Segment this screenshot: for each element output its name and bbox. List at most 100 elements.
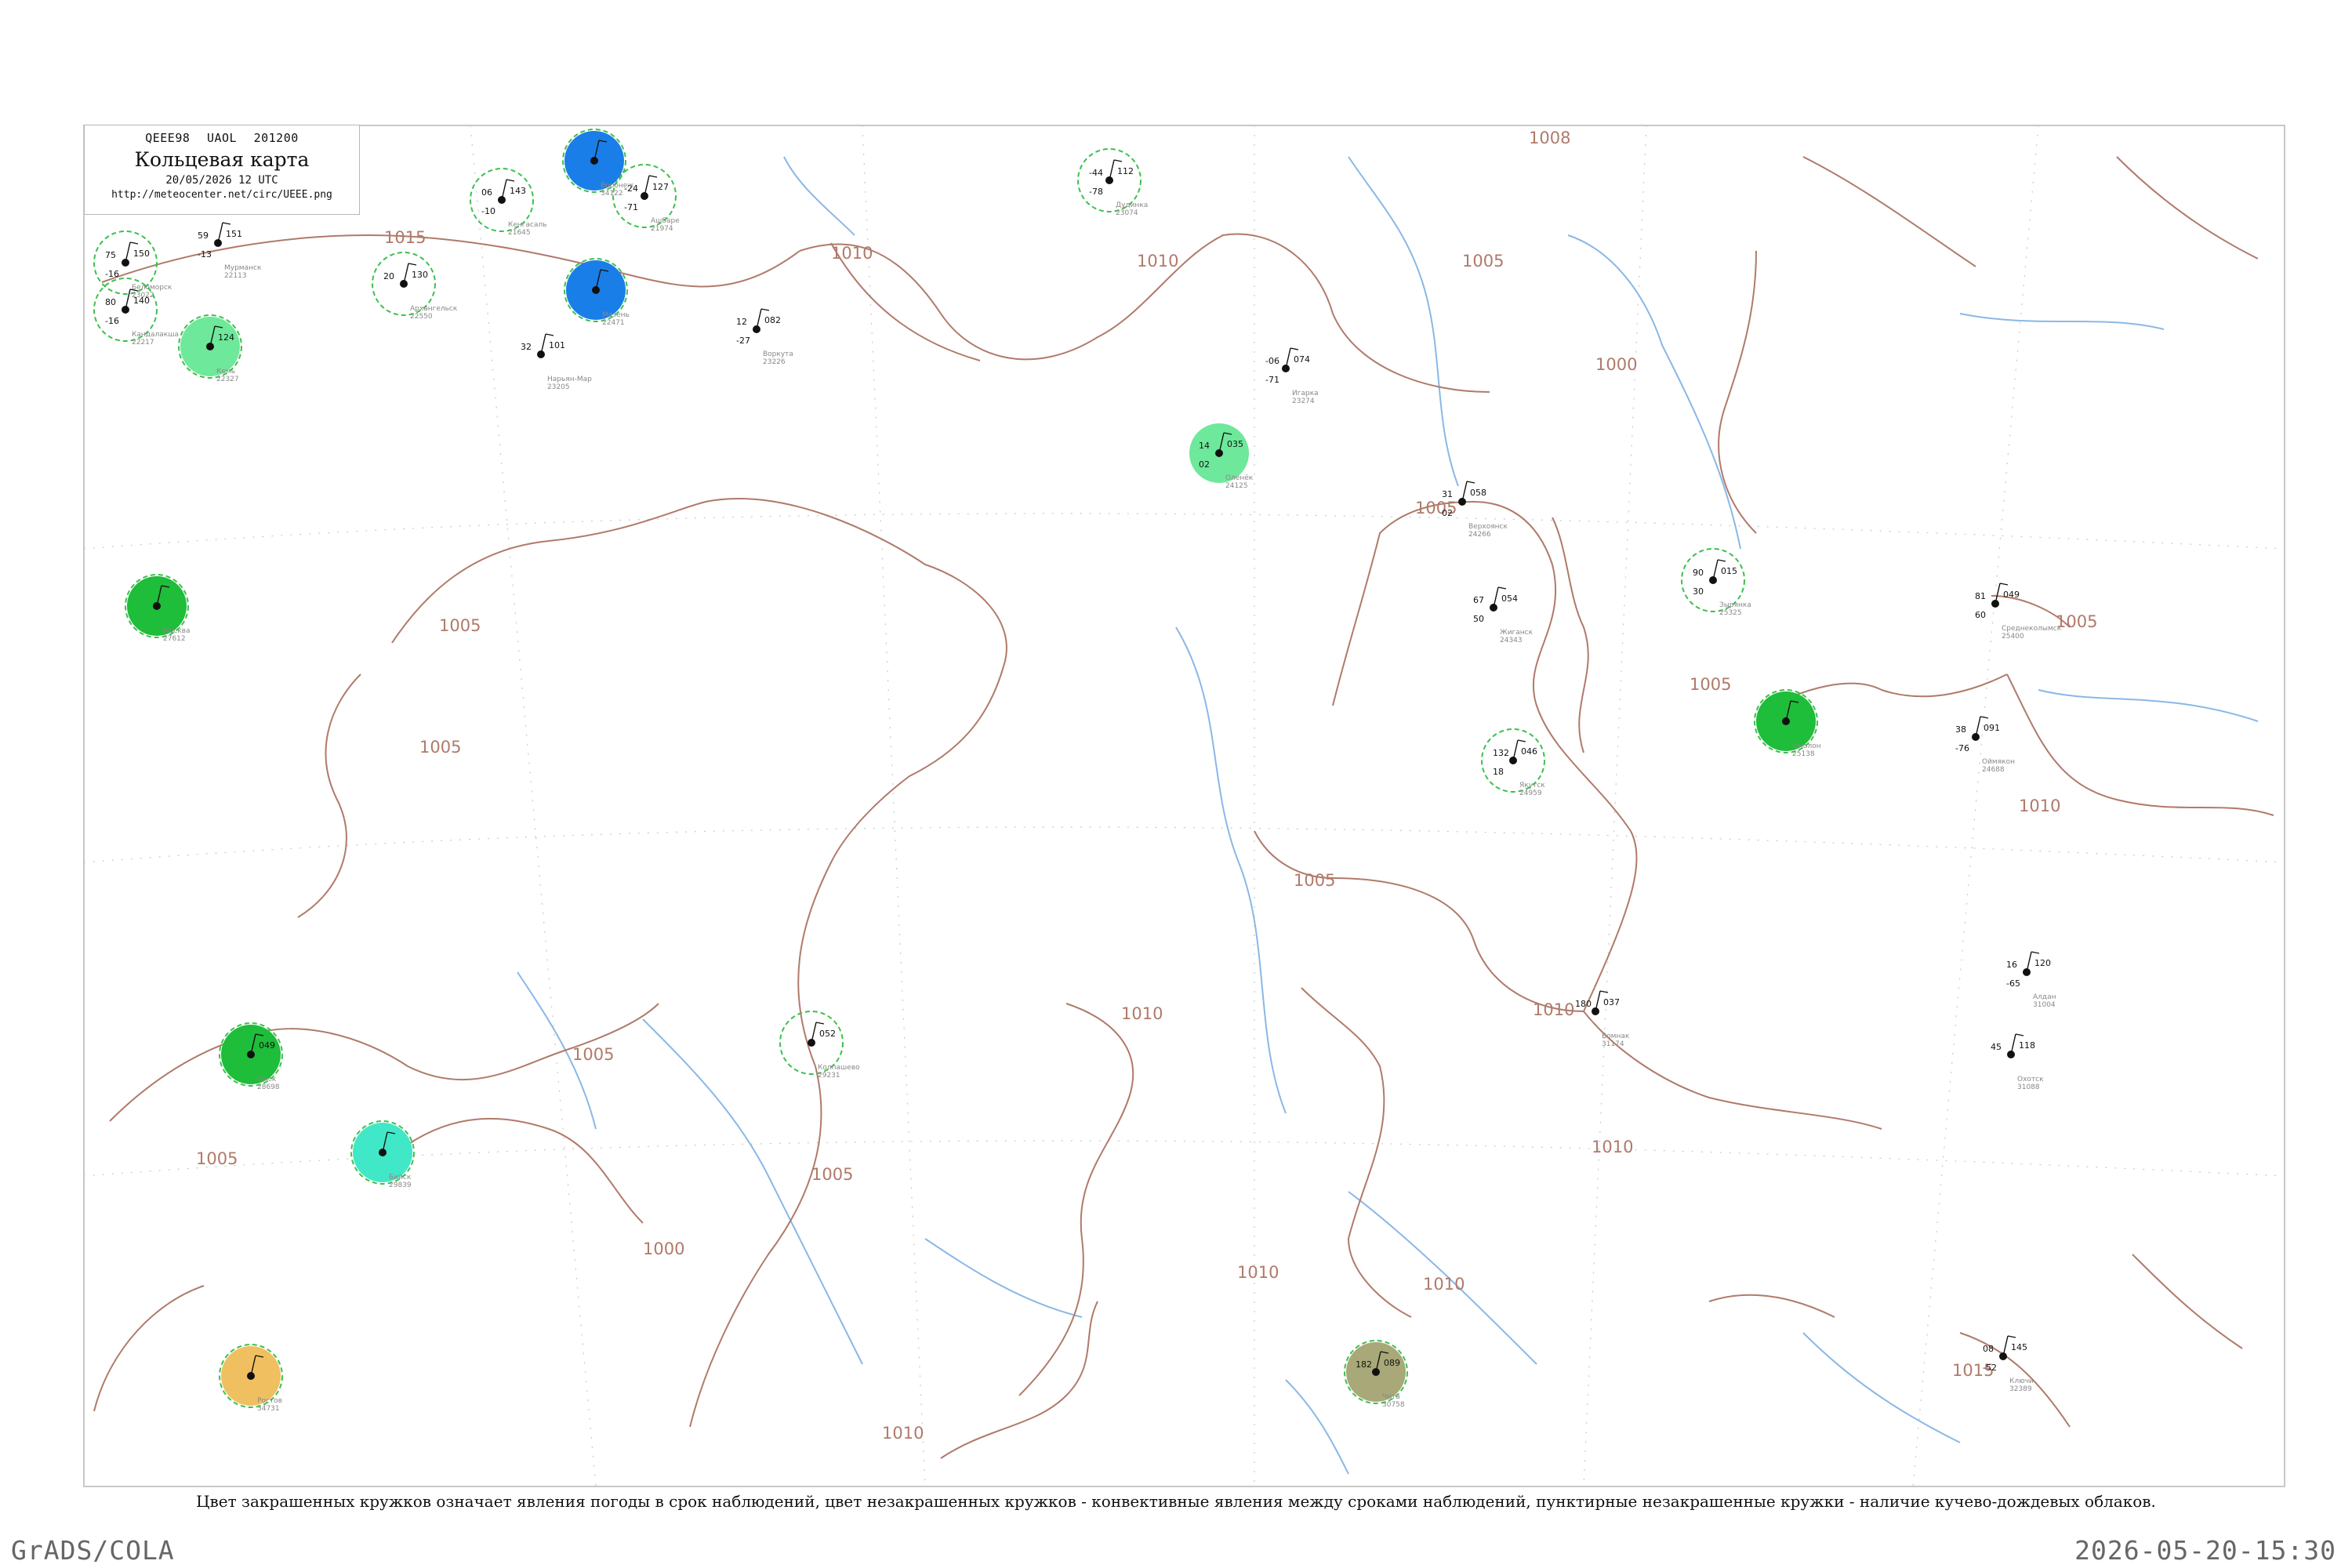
isobar-label: 1015 <box>384 228 426 247</box>
station-pressure: 145 <box>2011 1342 2027 1352</box>
station-name: Чита <box>1382 1393 1400 1401</box>
station-dewpoint: -71 <box>624 202 638 212</box>
station-dewpoint: 30 <box>1693 586 1704 597</box>
station-temperature: 20 <box>383 271 394 281</box>
station-temperature: 38 <box>1955 724 1966 735</box>
station-pressure: 015 <box>1721 566 1737 576</box>
station-index: 29231 <box>818 1072 840 1080</box>
station-index: 34122 <box>601 190 623 198</box>
station-temperature: 75 <box>105 250 116 260</box>
station-pressure: 130 <box>412 270 428 280</box>
station-name: Ключи <box>2009 1377 2034 1385</box>
station-name: Бийск <box>389 1174 412 1181</box>
station-name: Жиганск <box>1500 629 1534 637</box>
station-name: Кандалакша <box>132 331 179 339</box>
station-temperature: 14 <box>1199 441 1210 451</box>
isobar-label: 1005 <box>811 1165 853 1184</box>
station-index: 32389 <box>2009 1385 2032 1393</box>
isobar-label: 1010 <box>882 1424 924 1443</box>
map-header-box: QEEE98 UAOL 201200 Кольцевая карта 20/05… <box>84 125 360 215</box>
isobar-label: 1010 <box>1137 252 1178 270</box>
station-name: Игарка <box>1292 390 1319 397</box>
station-name: Якутск <box>1519 782 1545 789</box>
station-temperature: 32 <box>521 342 532 352</box>
station-temperature: -06 <box>1265 356 1279 366</box>
station-index: 23074 <box>1116 209 1138 217</box>
station-index: 24343 <box>1500 637 1523 644</box>
isobar-label: 1010 <box>2019 797 2060 815</box>
station-index: 31004 <box>2033 1001 2056 1009</box>
footer-timestamp: 2026-05-20-15:30 <box>2074 1535 2336 1566</box>
weather-map: 1015 1010 1010 1005 1005 1005 1010 1005 … <box>83 125 2285 1487</box>
station-temperature: 132 <box>1493 748 1509 758</box>
station-dewpoint: -52 <box>1983 1363 1997 1373</box>
station-dewpoint: -13 <box>198 249 212 260</box>
station-name: Кенгасаль <box>508 221 547 229</box>
station-temperature: 180 <box>1575 999 1592 1009</box>
station-temperature: 31 <box>1442 489 1453 499</box>
station-temperature: 16 <box>2006 960 2017 970</box>
bulletin-code: QEEE98 <box>145 131 191 145</box>
station-pressure: 150 <box>133 249 150 259</box>
isobar-label: 1010 <box>1423 1275 1465 1294</box>
station-index: 24959 <box>1519 789 1542 797</box>
station-index: 25400 <box>2002 633 2024 641</box>
station-dewpoint: 60 <box>1975 610 1986 620</box>
station-pressure: 089 <box>1384 1358 1400 1368</box>
station-index: 30758 <box>1382 1401 1405 1409</box>
station-index: 21974 <box>651 225 673 233</box>
isobar-label: 1010 <box>831 244 873 263</box>
isobar-label: 1005 <box>439 616 481 635</box>
station-dewpoint: -71 <box>1265 375 1279 385</box>
map-title: Кольцевая карта <box>134 148 310 171</box>
station-name: Мезень <box>602 311 630 319</box>
station-index: 24125 <box>1225 482 1248 490</box>
station-index: 23274 <box>1292 397 1315 405</box>
station-temperature: 81 <box>1975 591 1986 601</box>
date-code: 201200 <box>253 131 299 145</box>
station-name: Оленёк <box>1225 474 1254 482</box>
station-temperature: 90 <box>1693 568 1704 578</box>
isobar-label: 1000 <box>1595 355 1637 374</box>
station-index: 25325 <box>1719 609 1742 617</box>
station-temperature: 59 <box>198 230 209 241</box>
station-pressure: 049 <box>2003 590 2020 600</box>
isobar-label: 1005 <box>572 1045 614 1064</box>
station-name: Ростов <box>257 1397 282 1405</box>
station-dewpoint: 02 <box>1442 508 1453 518</box>
station-index: 22471 <box>602 319 625 327</box>
station-name: Архангельск <box>410 305 458 313</box>
station-pressure: 112 <box>1117 166 1134 176</box>
isobar-label: 1010 <box>1121 1004 1163 1023</box>
station-name: Колпашево <box>818 1064 860 1072</box>
footer-software: GrADS/COLA <box>11 1535 175 1566</box>
station-temperature: 80 <box>105 297 116 307</box>
station-name: Омолон <box>1792 742 1821 750</box>
station-index: 23226 <box>763 358 786 366</box>
station-name: Среднеколымск <box>2002 625 2062 633</box>
station-pressure: 091 <box>1984 723 2000 733</box>
station-pressure: 118 <box>2019 1040 2035 1051</box>
station-pressure: 058 <box>1470 488 1486 498</box>
isobar-label: 1005 <box>196 1149 238 1168</box>
station-index: 31088 <box>2017 1083 2040 1091</box>
station-name: Мурманск <box>224 264 262 272</box>
header-code-line: QEEE98 UAOL 201200 <box>85 131 359 145</box>
station-index: 24688 <box>1982 766 2005 774</box>
station-index: 22113 <box>224 272 247 280</box>
station-temperature: 67 <box>1473 595 1484 605</box>
isobar-label: 1008 <box>1529 129 1570 147</box>
station-temperature: 45 <box>1991 1042 2002 1052</box>
isobar-label: 1010 <box>1533 1000 1574 1019</box>
station-index: 34731 <box>257 1405 280 1413</box>
isobar-label: 1005 <box>1294 871 1335 890</box>
station-pressure: 052 <box>819 1029 836 1039</box>
isobar-label: 1010 <box>1237 1263 1279 1282</box>
station-pressure: 143 <box>510 186 526 196</box>
station-name: Омск <box>257 1076 277 1083</box>
station-dewpoint: 18 <box>1493 767 1504 777</box>
map-time: 20/05/2026 12 UTC <box>165 174 278 187</box>
station-pressure: 049 <box>259 1040 275 1051</box>
map-url[interactable]: http://meteocenter.net/circ/UEEE.png <box>85 189 359 201</box>
station-pressure: 151 <box>226 229 242 239</box>
